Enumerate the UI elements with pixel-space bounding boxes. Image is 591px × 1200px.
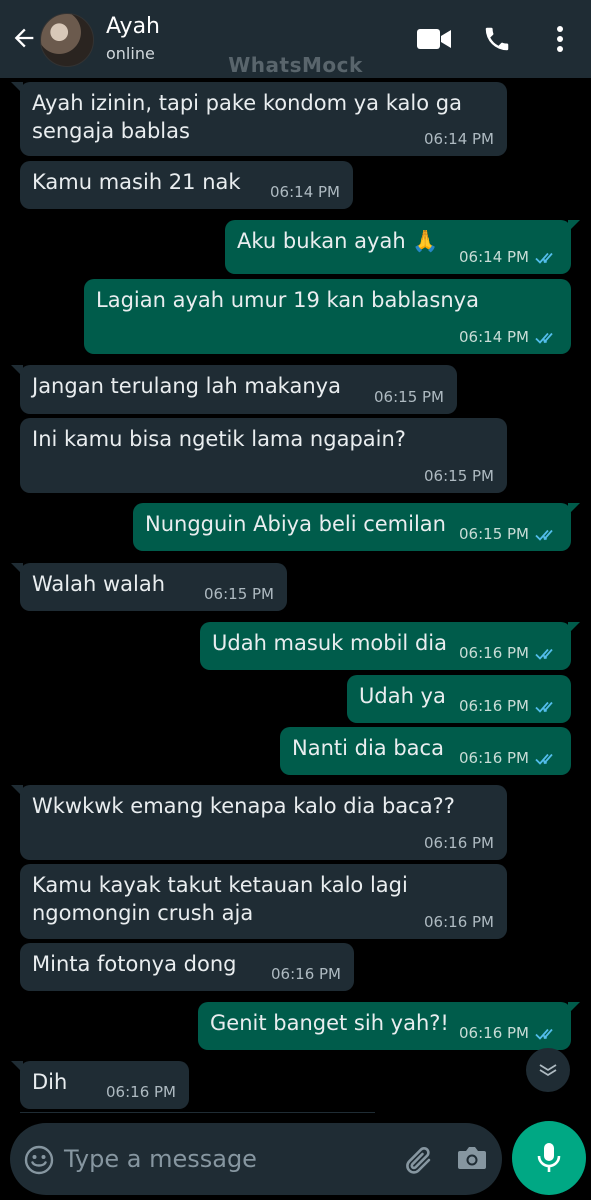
message-outgoing[interactable]: Nungguin Abiya beli cemilan 06:15 PM: [133, 503, 580, 551]
chat-header: Ayah online WhatsMock: [0, 0, 591, 78]
message-text: Ini kamu bisa ngetik lama ngapain?: [32, 427, 406, 451]
message-composer[interactable]: Type a message: [10, 1123, 502, 1195]
message-outgoing[interactable]: Aku bukan ayah 🙏 06:14 PM: [225, 220, 580, 274]
double-chevron-down-icon: [539, 1064, 557, 1077]
message-time: 06:16 PM: [424, 834, 494, 852]
message-time: 06:16 PM: [424, 913, 494, 931]
message-outgoing[interactable]: Lagian ayah umur 19 kan bablasnya 06:14 …: [84, 279, 571, 354]
message-text: Udah masuk mobil dia: [212, 631, 447, 655]
emoji-icon[interactable]: [24, 1145, 54, 1175]
message-text: Aku bukan ayah 🙏: [237, 229, 439, 253]
message-text: Walah walah: [32, 572, 166, 596]
message-time: 06:16 PM: [459, 644, 529, 662]
read-receipt-icon: [535, 648, 553, 660]
message-text: Kamu kayak takut ketauan kalo lagi ngomon…: [32, 873, 408, 925]
bubble-tail: [11, 563, 23, 575]
bubble-tail: [11, 82, 23, 94]
camera-icon[interactable]: [456, 1143, 488, 1173]
message-time: 06:15 PM: [424, 467, 494, 485]
message-incoming[interactable]: Dih 06:16 PM: [11, 1061, 189, 1109]
message-time: 06:16 PM: [106, 1083, 176, 1101]
message-text: Dih: [32, 1070, 68, 1094]
back-arrow-icon[interactable]: [10, 24, 38, 52]
message-time: 06:14 PM: [459, 328, 529, 346]
message-text: Lagian ayah umur 19 kan bablasnya: [96, 288, 479, 312]
scroll-to-bottom-button[interactable]: [526, 1048, 570, 1092]
message-time: 06:14 PM: [459, 248, 529, 266]
message-text: Wkwkwk emang kenapa kalo dia baca??: [32, 794, 455, 818]
message-text: Ayah izinin, tapi pake kondom ya kalo ga…: [32, 91, 462, 143]
bubble-tail: [11, 1061, 23, 1073]
message-incoming[interactable]: Walah walah 06:15 PM: [11, 563, 287, 611]
message-outgoing[interactable]: Genit banget sih yah?! 06:16 PM: [198, 1002, 580, 1050]
bubble-tail: [11, 365, 23, 377]
message-time: 06:14 PM: [270, 183, 340, 201]
mic-icon: [537, 1143, 561, 1172]
read-receipt-icon: [535, 252, 553, 264]
read-receipt-icon: [535, 332, 553, 344]
message-text: Genit banget sih yah?!: [210, 1011, 449, 1035]
message-input[interactable]: Type a message: [64, 1145, 257, 1173]
bubble-tail: [11, 785, 23, 797]
message-incoming[interactable]: Minta fotonya dong 06:16 PM: [20, 943, 354, 991]
message-time: 06:15 PM: [204, 585, 274, 603]
bubble-tail: [568, 1002, 580, 1014]
message-incoming[interactable]: Wkwkwk emang kenapa kalo dia baca?? 06:1…: [11, 785, 507, 860]
message-outgoing[interactable]: Udah ya 06:16 PM: [347, 675, 571, 723]
message-incoming[interactable]: Kamu kayak takut ketauan kalo lagi ngomon…: [20, 864, 507, 939]
read-receipt-icon: [535, 529, 553, 541]
voice-call-icon[interactable]: [482, 24, 512, 54]
message-text: Minta fotonya dong: [32, 952, 237, 976]
voice-record-button[interactable]: [512, 1121, 586, 1195]
message-list[interactable]: Ayah izinin, tapi pake kondom ya kalo ga…: [0, 78, 591, 1113]
bubble-tail: [568, 220, 580, 232]
message-time: 06:16 PM: [459, 697, 529, 715]
read-receipt-icon: [535, 753, 553, 765]
message-time: 06:15 PM: [374, 388, 444, 406]
attach-icon[interactable]: [402, 1143, 436, 1175]
message-text: Nungguin Abiya beli cemilan: [145, 512, 446, 536]
bubble-tail: [568, 503, 580, 515]
message-time: 06:16 PM: [459, 1024, 529, 1042]
message-time: 06:16 PM: [459, 749, 529, 767]
message-incoming[interactable]: Kamu masih 21 nak 06:14 PM: [20, 161, 353, 209]
message-text: Jangan terulang lah makanya: [32, 374, 341, 398]
message-text: Udah ya: [359, 684, 446, 708]
video-call-icon[interactable]: [416, 26, 452, 52]
message-incoming[interactable]: Ayah izinin, tapi pake kondom ya kalo ga…: [11, 82, 507, 156]
read-receipt-icon: [535, 1028, 553, 1040]
message-outgoing[interactable]: Nanti dia baca 06:16 PM: [280, 727, 571, 775]
message-incoming[interactable]: Ini kamu bisa ngetik lama ngapain? 06:15…: [20, 418, 507, 493]
message-text: Nanti dia baca: [292, 736, 444, 760]
message-time: 06:14 PM: [424, 130, 494, 148]
message-outgoing[interactable]: Udah masuk mobil dia 06:16 PM: [200, 622, 580, 670]
message-incoming[interactable]: Jangan terulang lah makanya 06:15 PM: [11, 365, 457, 414]
partial-message: [20, 1112, 375, 1113]
message-time: 06:15 PM: [459, 525, 529, 543]
message-text: Kamu masih 21 nak: [32, 170, 241, 194]
watermark: WhatsMock: [228, 53, 363, 77]
contact-name[interactable]: Ayah: [106, 14, 160, 39]
more-options-icon[interactable]: [548, 24, 572, 54]
read-receipt-icon: [535, 701, 553, 713]
message-time: 06:16 PM: [271, 965, 341, 983]
bubble-tail: [568, 622, 580, 634]
